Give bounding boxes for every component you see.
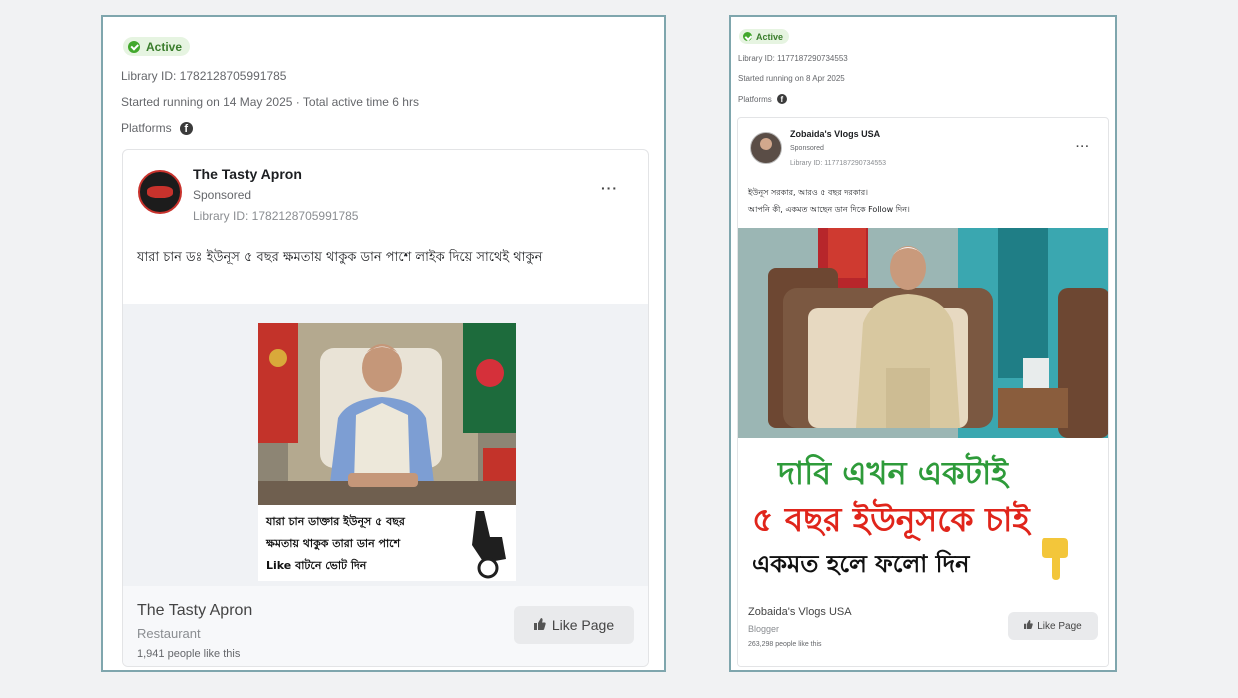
footer-likes-count: 263,298 people like this xyxy=(748,641,822,648)
footer-page-name[interactable]: Zobaida's Vlogs USA xyxy=(748,606,852,618)
image-caption-3: Like বাটনে ভোট দিন xyxy=(266,559,367,572)
started-running: Started running on 14 May 2025 · Total a… xyxy=(121,95,419,109)
ad-post: Zobaida's Vlogs USA Sponsored Library ID… xyxy=(737,117,1109,667)
active-check-icon xyxy=(743,32,752,41)
post-text: যারা চান ডঃ ইউনূস ৫ বছর ক্ষমতায় থাকুক ড… xyxy=(137,250,543,265)
sponsored-label: Sponsored xyxy=(193,188,252,202)
post-library-id: Library ID: 1177187290734553 xyxy=(790,160,887,167)
post-library-id: Library ID: 1782128705991785 xyxy=(193,209,359,223)
footer-page-name[interactable]: The Tasty Apron xyxy=(137,602,252,620)
post-text-line-1: ইউনূস সরকার, আরও ৫ বছর দরকার। xyxy=(748,188,869,197)
like-page-label: Like Page xyxy=(551,617,615,633)
image-caption-1: যারা চান ডাক্তার ইউনূস ৫ বছর xyxy=(266,515,405,528)
facebook-icon: f xyxy=(179,121,193,135)
page-avatar[interactable] xyxy=(138,170,182,214)
like-page-button[interactable]: Like Page xyxy=(1008,612,1098,640)
page-name[interactable]: Zobaida's Vlogs USA xyxy=(790,129,880,139)
platforms-row: Platforms f xyxy=(121,121,193,135)
footer-category: Restaurant xyxy=(137,626,201,641)
platforms-label: Platforms xyxy=(738,94,772,104)
more-options-icon[interactable]: ··· xyxy=(1076,141,1090,153)
platforms-row: Platforms f xyxy=(738,94,787,104)
active-status-badge: Active xyxy=(739,29,790,44)
ad-card-right: Active Library ID: 1177187290734553 Star… xyxy=(729,15,1117,672)
post-text-line-2: আপনি কী, একমত আছেন ডান দিকে Follow দিন। xyxy=(748,205,910,214)
thumbs-up-icon xyxy=(533,617,546,633)
like-page-label: Like Page xyxy=(1037,620,1082,632)
facebook-icon: f xyxy=(776,94,787,104)
banner-line-3: একমত হলে ফলো দিন xyxy=(752,550,970,578)
status-label: Active xyxy=(756,31,784,42)
more-options-icon[interactable]: ··· xyxy=(601,180,618,196)
ad-image[interactable]: যারা চান ডাক্তার ইউনূস ৫ বছর ক্ষমতায় থা… xyxy=(258,323,516,581)
pointing-hand-icon xyxy=(1040,536,1072,580)
thumbs-up-icon xyxy=(1024,620,1033,632)
platforms-label: Platforms xyxy=(121,121,172,135)
ad-card-left: Active Library ID: 1782128705991785 Star… xyxy=(101,15,666,672)
ad-image[interactable] xyxy=(738,228,1108,438)
footer-category: Blogger xyxy=(748,624,780,634)
library-id: Library ID: 1782128705991785 xyxy=(121,69,287,83)
status-label: Active xyxy=(146,39,183,54)
footer-likes-count: 1,941 people like this xyxy=(137,648,241,660)
page-avatar[interactable] xyxy=(750,132,782,164)
like-page-button[interactable]: Like Page xyxy=(514,606,634,644)
ad-post: The Tasty Apron Sponsored Library ID: 17… xyxy=(122,149,649,667)
active-check-icon xyxy=(128,40,140,53)
page-name[interactable]: The Tasty Apron xyxy=(193,166,302,182)
started-running: Started running on 8 Apr 2025 xyxy=(738,74,845,83)
library-id: Library ID: 1177187290734553 xyxy=(738,54,848,63)
banner-line-2: ৫ বছর ইউনূসকে চাই xyxy=(752,500,1030,539)
image-caption-2: ক্ষমতায় থাকুক তারা ডান পাশে xyxy=(266,537,401,550)
ad-footer: Zobaida's Vlogs USA Blogger 263,298 peop… xyxy=(738,596,1108,666)
sponsored-label: Sponsored xyxy=(790,145,824,152)
active-status-badge: Active xyxy=(123,37,191,56)
banner-area: দাবি এখন একটাই ৫ বছর ইউনূসকে চাই একমত হল… xyxy=(738,438,1108,588)
ad-footer: The Tasty Apron Restaurant 1,941 people … xyxy=(123,586,648,666)
ad-image-graphic xyxy=(738,228,1108,438)
